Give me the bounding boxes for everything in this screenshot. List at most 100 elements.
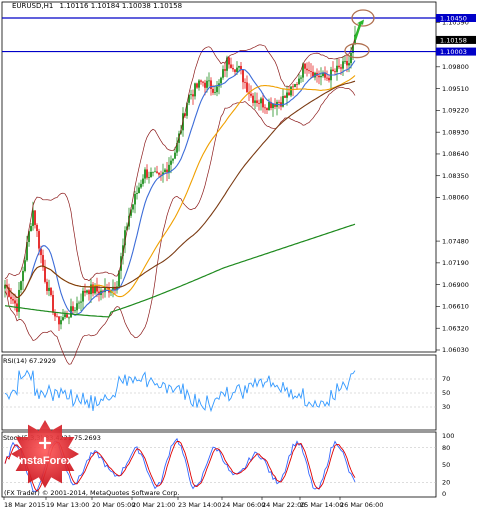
candle-body bbox=[214, 92, 216, 93]
candle-body bbox=[250, 93, 252, 96]
candle-body bbox=[234, 69, 236, 72]
candle-body bbox=[36, 224, 38, 232]
candle-body bbox=[46, 281, 48, 291]
candle-body bbox=[286, 92, 288, 98]
candle-body bbox=[190, 94, 192, 96]
candle-body bbox=[10, 296, 12, 300]
candle-body bbox=[326, 77, 328, 79]
price-badge-resistance-label: 1.10450 bbox=[440, 14, 467, 22]
candle-body bbox=[210, 80, 212, 89]
time-tick-label: 18 Mar 2015 bbox=[4, 501, 45, 509]
candle-body bbox=[264, 107, 266, 109]
logo-text: InstaForex bbox=[17, 455, 74, 467]
candle-body bbox=[198, 80, 200, 88]
candle-body bbox=[12, 299, 14, 301]
candle-body bbox=[300, 77, 302, 79]
price-tick-label: 1.06900 bbox=[442, 281, 469, 289]
candle-body bbox=[216, 86, 218, 93]
candle-body bbox=[230, 64, 232, 68]
candle-body bbox=[244, 82, 246, 83]
copyright-footer: (FX Trader) © 2001-2014, MetaQuotes Soft… bbox=[4, 489, 180, 497]
candle-body bbox=[172, 158, 174, 161]
candle-body bbox=[56, 316, 58, 318]
symbol-label: EURUSD,H1 bbox=[12, 2, 54, 10]
candle-body bbox=[194, 83, 196, 97]
candle-body bbox=[54, 312, 56, 317]
rsi-label: RSI(14) 67.2929 bbox=[3, 357, 56, 365]
candle-body bbox=[292, 86, 294, 88]
candle-body bbox=[288, 92, 290, 96]
candle-body bbox=[74, 310, 76, 312]
rsi-level-label: 30 bbox=[442, 403, 450, 411]
candle-body bbox=[338, 65, 340, 68]
candle-body bbox=[66, 314, 68, 318]
stoch-level-label: 20 bbox=[442, 479, 450, 487]
price-tick-label: 1.06320 bbox=[442, 324, 469, 332]
candle-body bbox=[50, 287, 52, 296]
time-tick-label: 19 Mar 13:00 bbox=[46, 501, 89, 509]
candle-body bbox=[202, 81, 204, 83]
candle-body bbox=[52, 295, 54, 313]
candle-body bbox=[348, 63, 350, 66]
candle-body bbox=[278, 101, 280, 103]
candle-body bbox=[256, 100, 258, 104]
candle-body bbox=[18, 289, 20, 312]
ohlc-low: 1.10038 bbox=[121, 2, 151, 10]
candle-body bbox=[296, 84, 298, 85]
candle-body bbox=[336, 65, 338, 72]
chart-header: EURUSD,H1 1.10116 1.10184 1.10038 1.1015… bbox=[12, 2, 182, 10]
candle-body bbox=[174, 152, 176, 159]
candle-body bbox=[166, 169, 168, 173]
candle-body bbox=[294, 84, 296, 88]
instaforex-logo: InstaForex bbox=[11, 420, 79, 488]
candle-body bbox=[62, 317, 64, 321]
candle-body bbox=[142, 178, 144, 184]
candle-body bbox=[30, 225, 32, 232]
candle-body bbox=[306, 68, 308, 71]
candle-body bbox=[68, 317, 70, 319]
rsi-level-label: 50 bbox=[442, 389, 450, 397]
price-tick-label: 1.08350 bbox=[442, 172, 469, 180]
candle-body bbox=[328, 77, 330, 81]
time-tick-label: 24 Mar 22:00 bbox=[262, 501, 305, 509]
stoch-level-label: 50 bbox=[442, 461, 450, 469]
candle-body bbox=[236, 67, 238, 72]
candle-body bbox=[140, 183, 142, 188]
candle-body bbox=[266, 108, 268, 111]
ohlc-open: 1.10116 bbox=[59, 2, 89, 10]
time-tick-label: 20 Mar 05:00 bbox=[92, 501, 135, 509]
candle-body bbox=[42, 255, 44, 268]
candle-body bbox=[64, 314, 66, 318]
candle-body bbox=[228, 57, 230, 65]
candle-body bbox=[298, 78, 300, 85]
candle-body bbox=[238, 65, 240, 68]
candle-body bbox=[82, 290, 84, 302]
candle-body bbox=[334, 71, 336, 73]
candle-body bbox=[232, 67, 234, 70]
candle-body bbox=[252, 95, 254, 103]
candle-body bbox=[350, 52, 352, 64]
candle-body bbox=[332, 69, 334, 72]
rsi-level-label: 70 bbox=[442, 375, 450, 383]
candle-body bbox=[156, 171, 158, 173]
candle-body bbox=[170, 160, 172, 165]
candle-body bbox=[344, 60, 346, 62]
candle-body bbox=[24, 260, 26, 272]
candle-body bbox=[208, 80, 210, 82]
candle-body bbox=[224, 69, 226, 71]
price-tick-label: 1.08060 bbox=[442, 194, 469, 202]
candle-body bbox=[48, 287, 50, 291]
candle-body bbox=[80, 301, 82, 303]
price-tick-label: 1.09220 bbox=[442, 107, 469, 115]
time-tick-label: 25 Mar 14:00 bbox=[300, 501, 343, 509]
candle-body bbox=[346, 60, 348, 66]
candle-body bbox=[220, 77, 222, 84]
candle-body bbox=[158, 172, 160, 175]
candle-body bbox=[88, 290, 90, 295]
candle-body bbox=[154, 171, 156, 173]
time-tick-label: 24 Mar 06:00 bbox=[222, 501, 265, 509]
candle-body bbox=[138, 187, 140, 193]
price-tick-label: 1.06610 bbox=[442, 303, 469, 311]
candle-body bbox=[262, 98, 264, 108]
candle-body bbox=[304, 63, 306, 69]
